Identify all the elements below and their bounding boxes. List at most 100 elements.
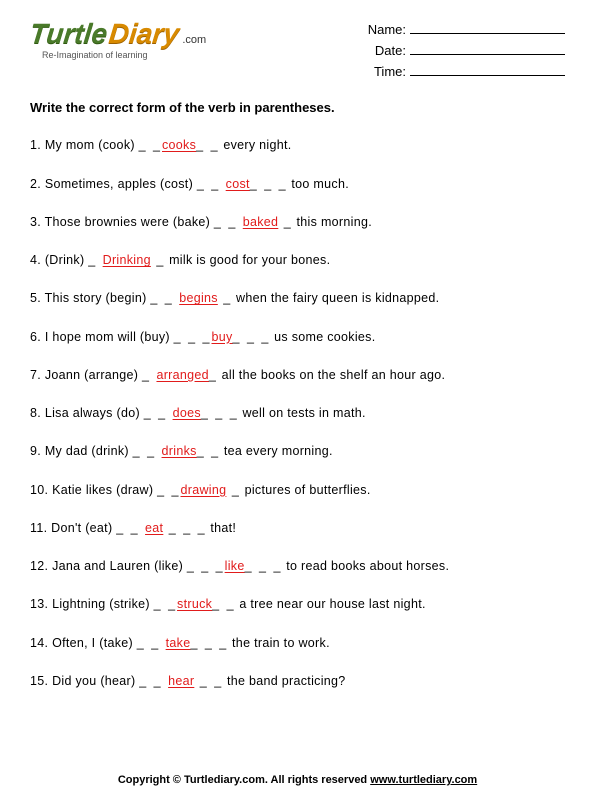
q-number: 10. (30, 483, 48, 497)
q-post: us some cookies. (270, 330, 375, 344)
logo-part1: Turtle (29, 20, 109, 48)
questions-list: 1. My mom (cook) _ _cooks_ _ every night… (30, 137, 565, 689)
q-post: a tree near our house last night. (236, 597, 426, 611)
q-answer: does (173, 406, 201, 420)
q-post: all the books on the shelf an hour ago. (218, 368, 445, 382)
q-dash-left: _ _ (139, 674, 168, 688)
q-number: 13. (30, 597, 48, 611)
q-number: 8. (30, 406, 41, 420)
q-number: 5. (30, 291, 41, 305)
q-dash-left: _ _ (133, 444, 162, 458)
q-dash-right: _ _ _ (250, 177, 288, 191)
question-item: 6. I hope mom will (buy) _ _ _buy_ _ _ u… (30, 329, 565, 345)
q-dash-right: _ _ (212, 597, 235, 611)
q-post: when the fairy queen is kidnapped. (232, 291, 439, 305)
q-dash-right: _ _ _ (163, 521, 206, 535)
q-answer: drinks (162, 444, 197, 458)
question-item: 8. Lisa always (do) _ _ does_ _ _ well o… (30, 405, 565, 421)
q-number: 4. (30, 253, 41, 267)
q-dash-left: _ (88, 253, 102, 267)
q-dash-left: _ _ (197, 177, 226, 191)
q-answer: take (166, 636, 191, 650)
q-pre: Lightning (strike) (52, 597, 154, 611)
q-dash-left: _ (142, 368, 156, 382)
q-pre: This story (begin) (45, 291, 151, 305)
q-dash-left: _ _ (150, 291, 179, 305)
q-post: the train to work. (228, 636, 330, 650)
q-post: to read books about horses. (282, 559, 449, 573)
q-dash-left: _ _ (137, 636, 166, 650)
q-post: tea every morning. (220, 444, 333, 458)
question-item: 7. Joann (arrange) _ arranged_ all the b… (30, 367, 565, 383)
question-item: 14. Often, I (take) _ _ take_ _ _ the tr… (30, 635, 565, 651)
q-number: 15. (30, 674, 48, 688)
question-item: 13. Lightning (strike) _ _struck_ _ a tr… (30, 596, 565, 612)
q-pre: Often, I (take) (52, 636, 137, 650)
name-blank[interactable] (410, 21, 565, 34)
q-pre: Don't (eat) (51, 521, 116, 535)
date-label: Date: (375, 43, 406, 58)
q-post: this morning. (293, 215, 372, 229)
q-answer: struck (177, 597, 212, 611)
logo-suffix: .com (182, 34, 206, 46)
question-item: 12. Jana and Lauren (like) _ _ _like_ _ … (30, 558, 565, 574)
question-item: 11. Don't (eat) _ _ eat _ _ _ that! (30, 520, 565, 536)
q-number: 12. (30, 559, 48, 573)
q-post: that! (207, 521, 237, 535)
info-fields: Name: Date: Time: (368, 20, 565, 82)
q-answer: baked (243, 215, 279, 229)
q-dash-left: _ _ (154, 597, 177, 611)
logo: Turtle Diary .com Re-Imagination of lear… (30, 20, 206, 60)
q-pre: My mom (cook) (45, 138, 139, 152)
question-item: 3. Those brownies were (bake) _ _ baked … (30, 214, 565, 230)
logo-tagline: Re-Imagination of learning (42, 50, 206, 60)
q-answer: arranged (156, 368, 208, 382)
name-label: Name: (368, 22, 406, 37)
q-dash-right: _ (218, 291, 232, 305)
q-post: the band practicing? (223, 674, 345, 688)
q-dash-right: _ _ _ (245, 559, 283, 573)
q-pre: (Drink) (45, 253, 88, 267)
question-item: 4. (Drink) _ Drinking _ milk is good for… (30, 252, 565, 268)
question-item: 15. Did you (hear) _ _ hear _ _ the band… (30, 673, 565, 689)
q-number: 14. (30, 636, 48, 650)
q-dash-left: _ _ (144, 406, 173, 420)
footer-link[interactable]: www.turtlediary.com (370, 774, 477, 786)
question-item: 1. My mom (cook) _ _cooks_ _ every night… (30, 137, 565, 153)
q-dash-right: _ _ (194, 674, 223, 688)
q-dash-left: _ _ _ (187, 559, 225, 573)
q-answer: cooks (162, 138, 196, 152)
q-dash-right: _ (278, 215, 292, 229)
q-dash-right: _ _ _ (201, 406, 239, 420)
date-blank[interactable] (410, 42, 565, 55)
q-dash-right: _ (151, 253, 165, 267)
q-pre: I hope mom will (buy) (45, 330, 174, 344)
q-post: pictures of butterflies. (241, 483, 371, 497)
q-number: 1. (30, 138, 41, 152)
q-post: milk is good for your bones. (165, 253, 330, 267)
q-pre: Jana and Lauren (like) (52, 559, 187, 573)
q-pre: Those brownies were (bake) (45, 215, 214, 229)
q-answer: hear (168, 674, 194, 688)
time-blank[interactable] (410, 63, 565, 76)
q-pre: Sometimes, apples (cost) (45, 177, 197, 191)
q-dash-right: _ _ _ (190, 636, 228, 650)
q-post: every night. (220, 138, 292, 152)
q-dash-left: _ _ (214, 215, 243, 229)
q-pre: Katie likes (draw) (52, 483, 157, 497)
q-pre: Lisa always (do) (45, 406, 144, 420)
q-number: 6. (30, 330, 41, 344)
q-post: too much. (288, 177, 349, 191)
q-answer: eat (145, 521, 163, 535)
q-number: 3. (30, 215, 41, 229)
q-pre: Joann (arrange) (45, 368, 142, 382)
logo-part2: Diary (108, 20, 181, 48)
question-item: 2. Sometimes, apples (cost) _ _ cost_ _ … (30, 176, 565, 192)
q-dash-right: _ _ (197, 444, 220, 458)
q-answer: cost (226, 177, 250, 191)
q-dash-right: _ _ _ (233, 330, 271, 344)
footer: Copyright © Turtlediary.com. All rights … (0, 774, 595, 786)
q-dash-right: _ (226, 483, 240, 497)
q-dash-left: _ _ (139, 138, 162, 152)
q-pre: My dad (drink) (45, 444, 133, 458)
